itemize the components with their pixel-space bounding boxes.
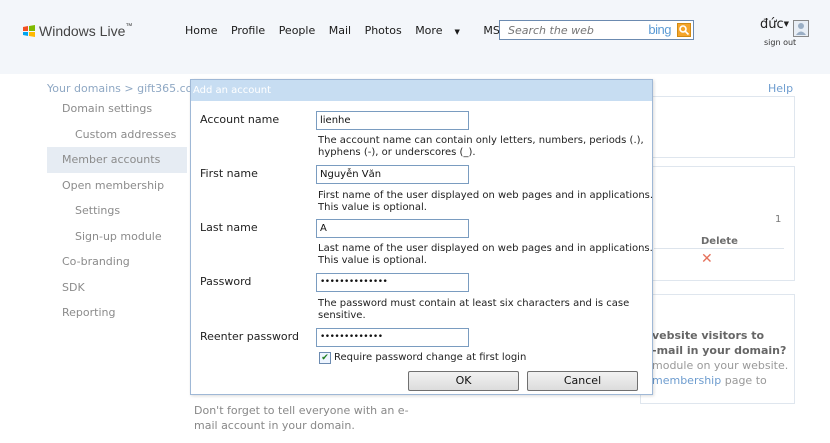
sidebar-item-member-accounts[interactable]: Member accounts xyxy=(47,147,187,173)
sign-out-link[interactable]: sign out xyxy=(764,38,796,47)
sidebar: Domain settings Custom addresses Member … xyxy=(47,96,187,326)
background-panel xyxy=(640,96,795,158)
search-button[interactable] xyxy=(677,23,691,37)
promo-line: module on your website. xyxy=(652,359,789,372)
require-password-change-checkbox[interactable]: ✔ xyxy=(319,352,331,364)
background-panel xyxy=(640,166,795,281)
last-name-field[interactable]: A xyxy=(316,219,469,238)
sidebar-item-co-branding[interactable]: Co-branding xyxy=(47,249,187,275)
nav-mail[interactable]: Mail xyxy=(329,24,351,37)
user-menu[interactable]: đức▼ xyxy=(760,17,789,32)
member-count: 1 xyxy=(775,214,782,225)
open-membership-link[interactable]: membership xyxy=(652,374,721,387)
logo-text: Windows Live xyxy=(39,23,126,39)
password-label: Password xyxy=(200,275,252,288)
search-input[interactable] xyxy=(500,21,620,39)
sidebar-item-reporting[interactable]: Reporting xyxy=(47,300,187,326)
password-field[interactable]: •••••••••••••• xyxy=(316,273,469,292)
account-name-hint: The account name can contain only letter… xyxy=(318,135,644,158)
promo-line: membership page to xyxy=(652,374,767,387)
promo-line: vebsite visitors to xyxy=(652,329,765,342)
search-icon xyxy=(679,25,690,36)
password-hint: The password must contain at least six c… xyxy=(318,298,630,321)
windows-flag-icon xyxy=(23,25,35,37)
promo-line: -mail in your domain? xyxy=(652,344,787,357)
bottom-text: mail account in your domain. xyxy=(194,419,355,432)
chevron-down-icon: ▼ xyxy=(783,20,790,28)
user-name: đức xyxy=(760,17,784,32)
sidebar-item-open-membership[interactable]: Open membership xyxy=(47,173,187,199)
sidebar-item-custom-addresses[interactable]: Custom addresses xyxy=(47,122,187,148)
delete-column-header: Delete xyxy=(701,236,738,247)
account-name-label: Account name xyxy=(200,113,280,126)
user-icon xyxy=(796,23,806,35)
avatar[interactable] xyxy=(793,20,809,37)
top-nav: Home Profile People Mail Photos More ▼ MS… xyxy=(185,24,545,37)
nav-people[interactable]: People xyxy=(279,24,316,37)
nav-more-label: More xyxy=(415,24,443,37)
sidebar-item-sign-up-module[interactable]: Sign-up module xyxy=(47,224,187,250)
nav-profile[interactable]: Profile xyxy=(231,24,265,37)
breadcrumb[interactable]: Your domains > gift365.com.v xyxy=(47,82,213,95)
sidebar-item-settings[interactable]: Settings xyxy=(47,198,187,224)
delete-icon[interactable]: ✕ xyxy=(701,251,713,267)
nav-photos[interactable]: Photos xyxy=(365,24,402,37)
bottom-text: Don't forget to tell everyone with an e- xyxy=(194,404,409,417)
reenter-password-field[interactable]: ••••••••••••• xyxy=(316,328,469,347)
account-name-field[interactable]: lienhe xyxy=(316,111,469,130)
sidebar-item-domain-settings[interactable]: Domain settings xyxy=(47,96,187,122)
nav-home[interactable]: Home xyxy=(185,24,217,37)
ok-button[interactable]: OK xyxy=(408,371,519,391)
cancel-button[interactable]: Cancel xyxy=(527,371,638,391)
sidebar-item-sdk[interactable]: SDK xyxy=(47,275,187,301)
last-name-hint: Last name of the user displayed on web p… xyxy=(318,243,653,266)
windows-live-logo[interactable]: Windows Live™ xyxy=(22,23,132,39)
search-box: bing xyxy=(499,20,694,40)
help-link[interactable]: Help xyxy=(768,82,793,95)
bing-logo: bing xyxy=(648,22,671,37)
first-name-field[interactable]: Nguyễn Văn xyxy=(316,165,469,184)
divider xyxy=(654,248,784,249)
first-name-label: First name xyxy=(200,167,258,180)
last-name-label: Last name xyxy=(200,221,258,234)
first-name-hint: First name of the user displayed on web … xyxy=(318,190,654,213)
chevron-down-icon: ▼ xyxy=(454,28,460,36)
logo-tm: ™ xyxy=(125,23,133,30)
dialog-title: Add an account xyxy=(191,80,652,101)
promo-text: page to xyxy=(724,374,767,387)
reenter-password-label: Reenter password xyxy=(200,330,299,343)
nav-more[interactable]: More ▼ xyxy=(415,24,470,37)
require-password-change-label: Require password change at first login xyxy=(334,352,527,363)
